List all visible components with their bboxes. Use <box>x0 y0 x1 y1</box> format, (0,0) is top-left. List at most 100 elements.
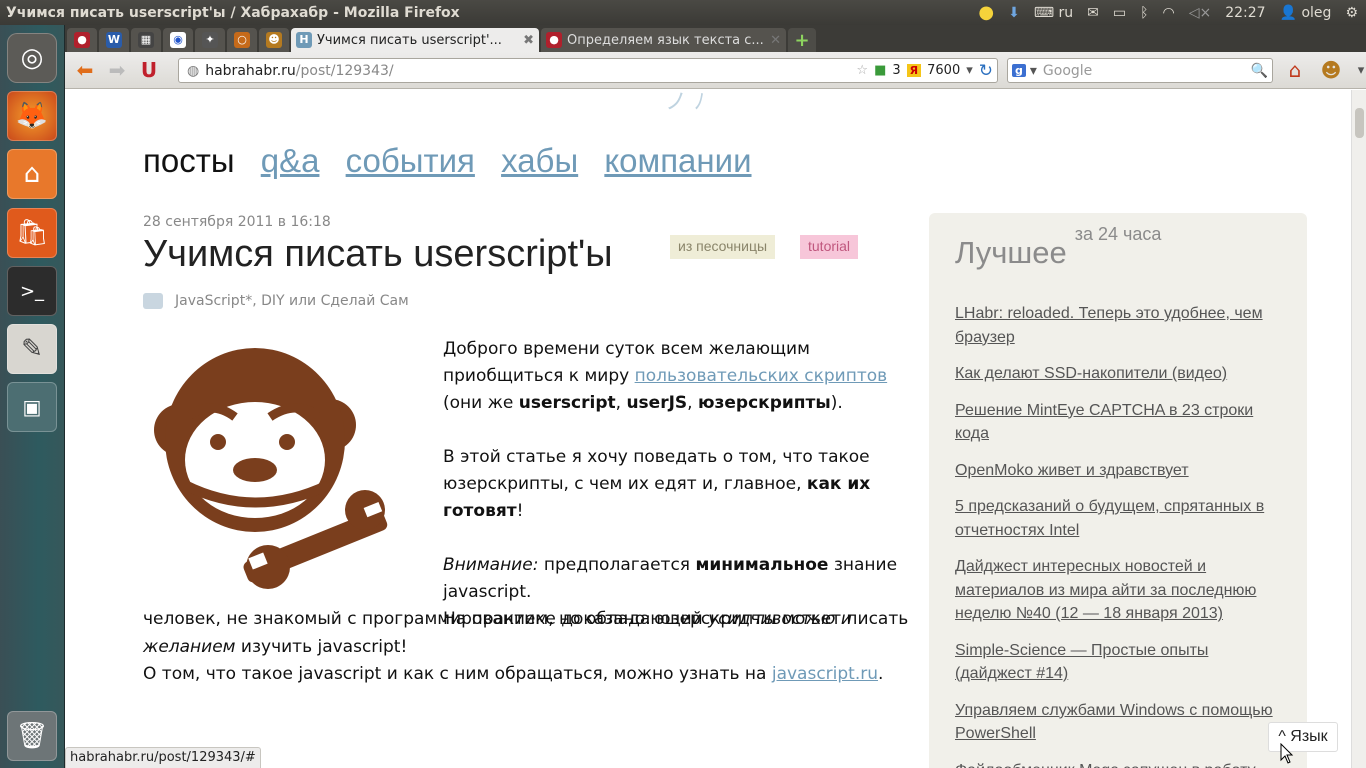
dropdown-icon[interactable]: ▾ <box>1030 63 1037 79</box>
menu-qa[interactable]: q&a <box>261 142 320 179</box>
pinned-tab[interactable]: ✦ <box>195 28 225 52</box>
home-icon[interactable]: ⌂ <box>1279 56 1311 84</box>
page-content: ノ ﾉ посты q&a события хабы компании 28 с… <box>65 90 1351 768</box>
cherry-icon: ● <box>74 32 90 48</box>
best-post-link[interactable]: OpenMoko живет и здравствует <box>955 459 1285 483</box>
yandex-icon: Я <box>906 64 922 77</box>
best-post-link[interactable]: Simple-Science — Простые опыты (дайджест… <box>955 639 1285 686</box>
userscripts-link[interactable]: пользовательских скриптов <box>635 366 888 386</box>
menu-companies[interactable]: компании <box>604 142 751 179</box>
sidebar-period[interactable]: за 24 часа <box>1075 224 1162 244</box>
wifi-icon[interactable]: ◠ <box>1163 5 1175 21</box>
workspace-switcher-icon[interactable]: ▣ <box>7 382 57 432</box>
best-post-link[interactable]: Управляем службами Windows с помощью Pow… <box>955 699 1285 746</box>
page-scrollbar[interactable] <box>1351 90 1366 768</box>
forward-button[interactable]: ➡ <box>101 56 133 84</box>
cherry-icon: ● <box>546 32 562 48</box>
pinned-tab[interactable]: W <box>99 28 129 52</box>
url-path: /post/129343/ <box>295 62 394 79</box>
pagerank-icon: ■ <box>874 63 887 78</box>
google-icon[interactable]: g <box>1012 64 1026 77</box>
bulb-icon[interactable]: ● <box>978 2 994 23</box>
paragraph-warning: Внимание: предполагается минимальное зна… <box>443 555 898 602</box>
briefcase-icon <box>143 293 163 309</box>
window-title: Учимся писать userscript'ы / Хабрахабр -… <box>6 4 460 21</box>
menu-hubs[interactable]: хабы <box>501 142 578 179</box>
dropdown-icon[interactable]: ▾ <box>966 63 973 78</box>
text-editor-icon[interactable]: ✎ <box>7 324 57 374</box>
ubuntu-home-icon[interactable]: ◎ <box>7 33 57 83</box>
close-icon[interactable]: ✖ <box>517 33 534 48</box>
best-post-link[interactable]: Дайджест интересных новостей и материало… <box>955 555 1285 626</box>
javascript-ru-link[interactable]: javascript.ru <box>772 664 878 684</box>
bookmark-star-icon[interactable]: ☆ <box>856 63 868 78</box>
tag-sandbox[interactable]: из песочницы <box>670 235 776 259</box>
scrollbar-thumb[interactable] <box>1355 108 1364 138</box>
pinned-tab[interactable]: ☻ <box>259 28 289 52</box>
hub-diy[interactable]: DIY или Сделай Сам <box>261 293 409 309</box>
habr-icon: H <box>296 32 312 48</box>
tag-tutorial[interactable]: tutorial <box>800 235 859 259</box>
grid-icon: ▦ <box>138 32 154 48</box>
menu-events[interactable]: события <box>346 142 475 179</box>
pinned-tab[interactable]: ◉ <box>163 28 193 52</box>
best-post-link[interactable]: Файлообменник Mega запущен в работу <box>955 759 1285 768</box>
best-posts-sidebar: Лучшееза 24 часа LHabr: reloaded. Теперь… <box>929 213 1307 768</box>
search-icon[interactable]: 🔍 <box>1251 63 1268 79</box>
back-button[interactable]: ⬅ <box>69 56 101 84</box>
close-icon[interactable]: ✕ <box>764 33 781 48</box>
menu-dropdown-icon[interactable]: ▾ <box>1345 56 1366 84</box>
firefox-icon[interactable]: 🦊 <box>7 91 57 141</box>
magnet-icon[interactable]: U <box>133 56 165 84</box>
home-folder-icon[interactable]: ⌂ <box>7 149 57 199</box>
language-button[interactable]: ^ Язык <box>1268 722 1338 752</box>
gear-icon[interactable]: ⚙ <box>1345 5 1358 21</box>
greasemonkey-icon[interactable]: ☻ <box>1315 56 1347 84</box>
keyboard-indicator[interactable]: ⌨ ru <box>1034 5 1073 21</box>
bluetooth-icon[interactable]: ᛒ <box>1140 5 1148 21</box>
terminal-icon[interactable]: >_ <box>7 266 57 316</box>
pr-count: 3 <box>892 63 901 78</box>
compass-icon: ✦ <box>202 32 218 48</box>
pinned-tab[interactable]: ● <box>67 28 97 52</box>
site-menu: посты q&a события хабы компании <box>143 142 769 180</box>
battery-icon[interactable]: ▭ <box>1113 5 1126 21</box>
top-panel: Учимся писать userscript'ы / Хабрахабр -… <box>0 0 1366 25</box>
menu-posts[interactable]: посты <box>143 142 235 179</box>
url-bar[interactable]: ◍ habrahabr.ru/post/129343/ ☆ ■ 3 Я 7600… <box>178 58 998 83</box>
mouse-cursor-icon <box>1280 743 1294 764</box>
download-icon[interactable]: ⬇ <box>1008 5 1020 21</box>
trash-icon[interactable]: 🗑 <box>7 711 57 761</box>
best-post-link[interactable]: Решение MintEye CAPTCHA в 23 строки кода <box>955 399 1285 446</box>
post-title: Учимся писать userscript'ы <box>143 233 613 275</box>
pinned-tab[interactable]: ▦ <box>131 28 161 52</box>
volume-icon[interactable]: ◁× <box>1189 5 1212 21</box>
keyboard-icon: ⌨ <box>1033 4 1055 21</box>
hub-javascript[interactable]: JavaScript <box>175 293 245 309</box>
paragraph-intro: Доброго времени суток всем желающим прио… <box>443 339 888 413</box>
mail-icon[interactable]: ✉ <box>1087 5 1099 21</box>
launcher: ◎ 🦊 ⌂ 🛍 >_ ✎ ▣ 🗑 <box>0 25 65 768</box>
best-posts-list: LHabr: reloaded. Теперь это удобнее, чем… <box>955 302 1285 768</box>
best-post-link[interactable]: 5 предсказаний о будущем, спрятанных в о… <box>955 495 1285 542</box>
new-tab-button[interactable]: + <box>788 28 816 52</box>
post-body: Доброго времени суток всем желающим прио… <box>443 336 913 633</box>
circle-icon: ○ <box>234 32 250 48</box>
hub-separator: , <box>252 293 257 309</box>
user-menu[interactable]: 👤 oleg <box>1280 5 1332 21</box>
habr-logo-fragment: ノ ﾉ <box>665 90 705 115</box>
tab-bar: ● W ▦ ◉ ✦ ○ ☻ H Учимся писать userscript… <box>65 25 1366 52</box>
tab-label: Определяем язык текста с... <box>567 32 764 48</box>
pinned-tab[interactable]: ○ <box>227 28 257 52</box>
tab-language[interactable]: ● Определяем язык текста с... ✕ <box>541 28 786 52</box>
software-center-icon[interactable]: 🛍 <box>7 208 57 258</box>
search-input[interactable]: Google <box>1043 63 1092 79</box>
post-date: 28 сентября 2011 в 16:18 <box>143 214 331 230</box>
reload-icon[interactable]: ↻ <box>979 61 993 81</box>
clock[interactable]: 22:27 <box>1225 5 1265 21</box>
search-bar[interactable]: g ▾ Google 🔍 <box>1007 58 1273 83</box>
tab-habr[interactable]: H Учимся писать userscript'... ✖ <box>291 28 539 52</box>
best-post-link[interactable]: Как делают SSD-накопители (видео) <box>955 362 1285 386</box>
status-bar: habrahabr.ru/post/129343/# <box>65 747 261 768</box>
best-post-link[interactable]: LHabr: reloaded. Теперь это удобнее, чем… <box>955 302 1285 349</box>
